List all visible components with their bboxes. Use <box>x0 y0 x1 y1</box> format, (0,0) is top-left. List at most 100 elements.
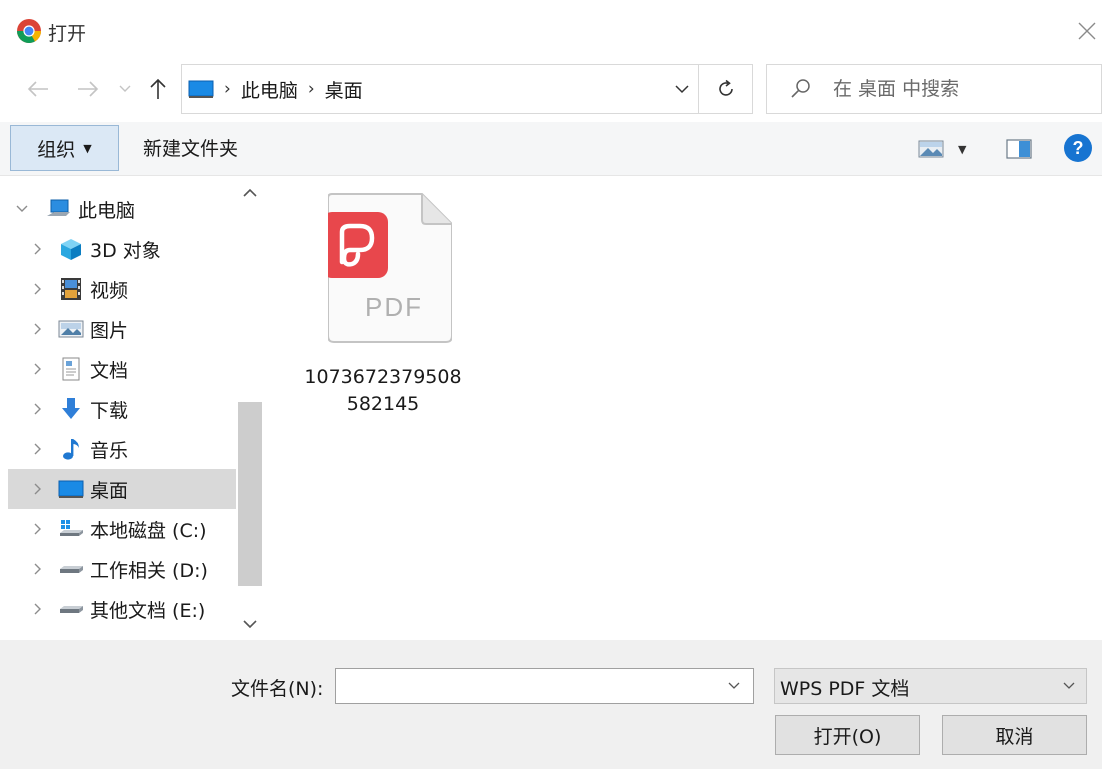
new-folder-button[interactable]: 新建文件夹 <box>143 134 238 161</box>
chevron-up-icon <box>243 188 257 197</box>
chevron-right-icon <box>30 429 46 469</box>
search-box[interactable] <box>766 64 1102 114</box>
tree-item-label: 3D 对象 <box>90 239 161 262</box>
chevron-right-icon <box>30 309 46 349</box>
drive-icon <box>58 557 84 581</box>
desktop-icon <box>188 80 214 98</box>
download-arrow-icon <box>58 397 84 421</box>
tree-item-label: 此电脑 <box>78 199 136 222</box>
chevron-down-icon <box>243 619 257 628</box>
arrow-left-icon <box>27 81 48 97</box>
tree-item-pictures[interactable]: 图片 <box>8 309 236 349</box>
preview-pane-button[interactable] <box>1004 135 1034 163</box>
close-button[interactable] <box>1072 14 1102 48</box>
tree-item-videos[interactable]: 视频 <box>8 269 236 309</box>
tree-item-label: 本地磁盘 (C:) <box>90 519 207 542</box>
arrow-up-icon <box>150 78 166 99</box>
filename-label: 文件名(N): <box>231 678 324 700</box>
navigation-pane: 此电脑 3D 对象 视频 图片 文档 下载 音乐 桌面 本地磁盘 (C:) 工作… <box>0 176 236 640</box>
scroll-thumb[interactable] <box>238 402 262 586</box>
tree-item-drive-c[interactable]: 本地磁盘 (C:) <box>8 509 236 549</box>
chevron-down-icon <box>14 189 30 229</box>
tree-item-documents[interactable]: 文档 <box>8 349 236 389</box>
refresh-button[interactable] <box>698 65 752 113</box>
cancel-button[interactable]: 取消 <box>942 715 1087 755</box>
filename-dropdown-button[interactable] <box>716 669 752 703</box>
computer-icon <box>46 197 72 221</box>
breadcrumb-this-pc[interactable]: 此电脑 <box>241 76 298 103</box>
search-input[interactable] <box>833 73 1093 105</box>
chevron-down-icon <box>675 84 689 93</box>
scroll-up-button[interactable] <box>236 178 264 206</box>
caret-down-icon: ▼ <box>958 142 967 156</box>
view-pictures-icon <box>918 140 944 158</box>
tree-item-label: 文档 <box>90 359 129 382</box>
documents-icon <box>58 357 84 381</box>
breadcrumb-separator: › <box>224 79 231 99</box>
file-type-dropdown-button[interactable] <box>1051 669 1087 703</box>
tree-item-drive-e[interactable]: 其他文档 (E:) <box>8 589 236 629</box>
drive-icon <box>58 597 84 621</box>
title-bar: 打开 <box>0 0 1102 58</box>
chevron-down-icon <box>119 85 131 92</box>
up-button[interactable] <box>144 74 172 104</box>
arrow-right-icon <box>78 81 99 97</box>
breadcrumb: › 此电脑 › 桌面 <box>188 65 363 113</box>
search-icon <box>791 79 810 98</box>
tree-item-downloads[interactable]: 下载 <box>8 389 236 429</box>
breadcrumb-separator: › <box>307 79 315 99</box>
tree-item-label: 视频 <box>90 279 129 302</box>
filename-input[interactable] <box>342 673 712 699</box>
cube-3d-icon <box>58 237 84 261</box>
chevron-right-icon <box>30 269 46 309</box>
recent-locations-button[interactable] <box>114 74 136 104</box>
organize-button[interactable]: 组织 ▼ <box>10 125 119 171</box>
tree-item-label: 其他文档 (E:) <box>90 599 206 622</box>
tree-item-this-pc[interactable]: 此电脑 <box>8 189 236 229</box>
open-button[interactable]: 打开(O) <box>775 715 920 755</box>
file-type-select[interactable]: WPS PDF 文档 <box>774 668 1087 704</box>
chevron-right-icon <box>30 469 46 509</box>
help-button[interactable]: ? <box>1064 134 1092 162</box>
organize-label: 组织 <box>37 138 76 161</box>
chevron-right-icon <box>30 389 46 429</box>
forward-button[interactable] <box>72 74 104 104</box>
tree-item-music[interactable]: 音乐 <box>8 429 236 469</box>
chevron-right-icon <box>30 589 46 629</box>
caret-down-icon: ▼ <box>83 141 92 155</box>
tree-item-label: 图片 <box>90 319 129 342</box>
tree-item-label: 工作相关 (D:) <box>90 559 208 582</box>
window-title: 打开 <box>48 23 87 45</box>
chevron-right-icon <box>30 229 46 269</box>
tree-item-label: 桌面 <box>90 479 129 502</box>
file-list: PDF 1073672379508582145 <box>264 176 1102 640</box>
tree-item-drive-d[interactable]: 工作相关 (D:) <box>8 549 236 589</box>
file-item[interactable]: PDF 1073672379508582145 <box>304 192 464 415</box>
change-view-button[interactable]: ▼ <box>918 135 980 163</box>
back-button[interactable] <box>22 74 54 104</box>
filename-combobox[interactable] <box>335 668 754 704</box>
chevron-right-icon <box>30 549 46 589</box>
video-icon <box>58 277 84 301</box>
close-icon <box>1078 22 1096 40</box>
refresh-icon <box>718 79 733 96</box>
tree-item-label: 下载 <box>90 399 129 422</box>
command-toolbar: 组织 ▼ 新建文件夹 ▼ ? <box>0 122 1102 176</box>
system-drive-icon <box>58 517 84 541</box>
chrome-logo-icon <box>16 19 41 44</box>
desktop-icon <box>58 477 84 501</box>
navigation-scrollbar[interactable] <box>236 176 264 640</box>
tree-item-3d-objects[interactable]: 3D 对象 <box>8 229 236 269</box>
address-history-dropdown[interactable] <box>662 65 702 113</box>
scroll-down-button[interactable] <box>236 610 264 638</box>
tree-item-desktop[interactable]: 桌面 <box>8 469 236 509</box>
chevron-right-icon <box>30 349 46 389</box>
help-icon: ? <box>1072 137 1084 158</box>
pictures-icon <box>58 317 84 341</box>
chevron-down-icon <box>1063 682 1075 689</box>
music-note-icon <box>58 437 84 461</box>
chevron-down-icon <box>728 682 740 689</box>
file-name: 1073672379508582145 <box>304 366 462 415</box>
address-bar[interactable]: › 此电脑 › 桌面 <box>181 64 753 114</box>
breadcrumb-desktop[interactable]: 桌面 <box>325 76 363 103</box>
